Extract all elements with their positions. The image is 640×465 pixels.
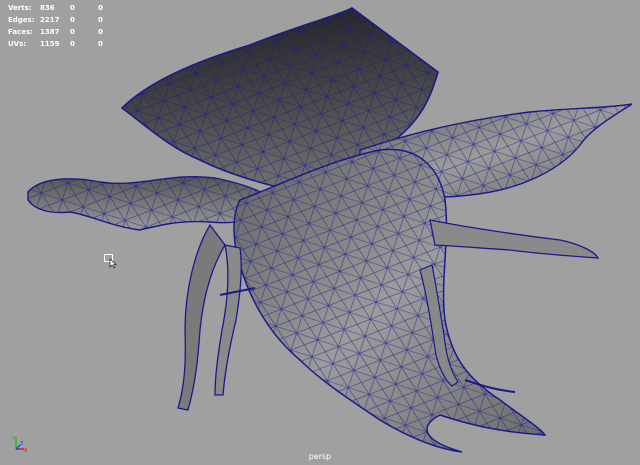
hud-value: 836 bbox=[40, 4, 55, 12]
hud-selected: 0 bbox=[70, 16, 75, 24]
hud-label: Edges: bbox=[8, 16, 35, 24]
axis-gizmo-icon: Y X Z bbox=[11, 436, 28, 453]
mesh-model[interactable] bbox=[0, 0, 640, 465]
mouse-cursor-icon bbox=[104, 254, 117, 268]
camera-name-label: persp bbox=[308, 452, 332, 461]
hud-tri: 0 bbox=[98, 16, 103, 24]
hud-row-verts: Verts: 836 0 0 bbox=[8, 2, 108, 14]
viewport-perspective[interactable]: Verts: 836 0 0 Edges: 2217 0 0 Faces: 13… bbox=[0, 0, 640, 465]
hud-tri: 0 bbox=[98, 28, 103, 36]
hud-label: UVs: bbox=[8, 40, 27, 48]
hud-row-edges: Edges: 2217 0 0 bbox=[8, 14, 108, 26]
hud-tri: 0 bbox=[98, 4, 103, 12]
hud-selected: 0 bbox=[70, 40, 75, 48]
hud-value: 2217 bbox=[40, 16, 60, 24]
hud-value: 1159 bbox=[40, 40, 60, 48]
axis-y-label: Y bbox=[11, 436, 16, 442]
hud-row-uvs: UVs: 1159 0 0 bbox=[8, 38, 108, 50]
hud-label: Verts: bbox=[8, 4, 32, 12]
hud-value: 1387 bbox=[40, 28, 60, 36]
hud-selected: 0 bbox=[70, 28, 75, 36]
hud-row-faces: Faces: 1387 0 0 bbox=[8, 26, 108, 38]
axis-z-label: Z bbox=[20, 441, 24, 447]
hud-tri: 0 bbox=[98, 40, 103, 48]
tail-right bbox=[429, 219, 600, 259]
hud-selected: 0 bbox=[70, 4, 75, 12]
heads-up-display: Verts: 836 0 0 Edges: 2217 0 0 Faces: 13… bbox=[8, 2, 108, 50]
hud-label: Faces: bbox=[8, 28, 33, 36]
body-torso bbox=[233, 148, 547, 453]
